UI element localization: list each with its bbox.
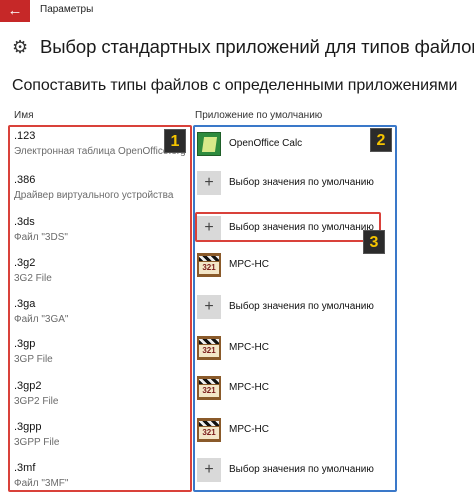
back-button[interactable]: ←: [0, 0, 30, 22]
annotation-badge-2: 2: [370, 128, 392, 152]
title-bar: ← Параметры: [0, 0, 474, 22]
page-header: ⚙ Выбор стандартных приложений для типов…: [12, 33, 474, 61]
annotation-badge-1: 1: [164, 129, 186, 153]
page-title: Выбор стандартных приложений для типов ф…: [40, 36, 474, 57]
annotation-box-file-types: [8, 125, 192, 492]
annotation-box-choose-default: [195, 212, 381, 242]
annotation-box-default-apps: [193, 125, 397, 492]
section-title: Сопоставить типы файлов с определенными …: [12, 77, 458, 94]
column-header-name: Имя: [14, 110, 34, 121]
annotation-badge-3: 3: [363, 230, 385, 254]
column-header-default-app: Приложение по умолчанию: [195, 110, 323, 121]
gear-icon: ⚙: [12, 37, 29, 57]
arrow-left-icon: ←: [7, 2, 23, 19]
window-title: Параметры: [40, 4, 94, 15]
